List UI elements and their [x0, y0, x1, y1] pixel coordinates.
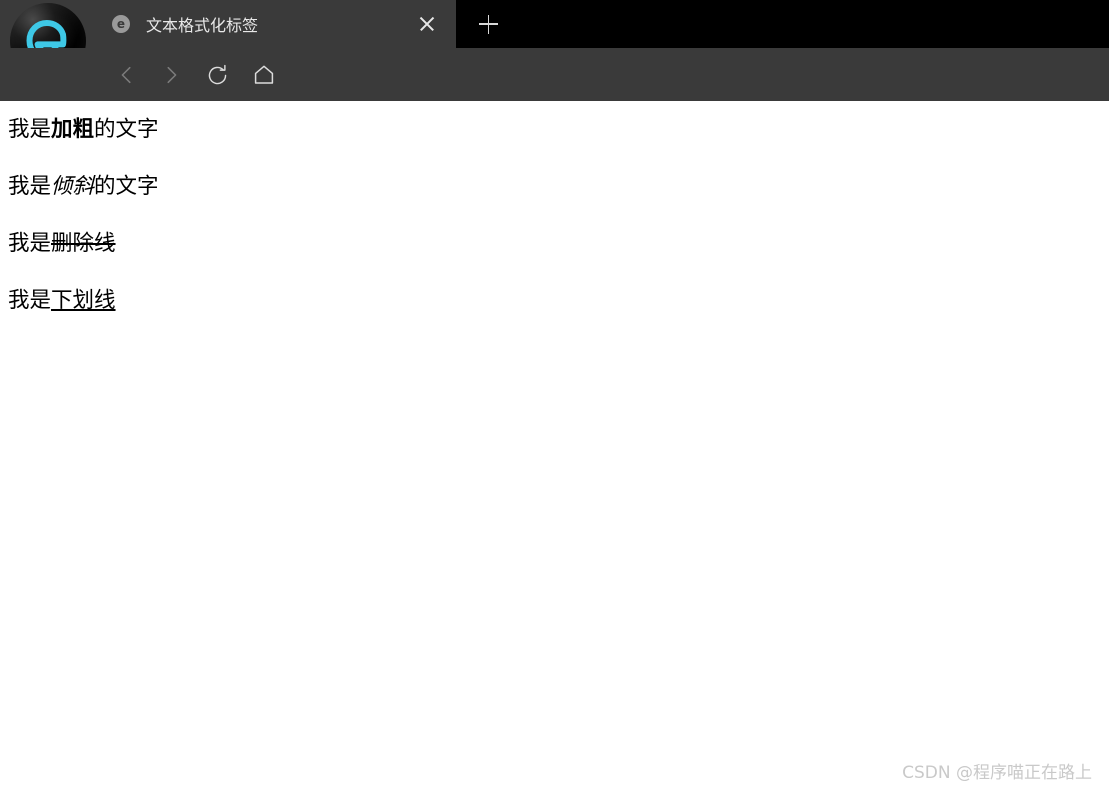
paragraph-bold-prefix: 我是: [8, 117, 52, 142]
paragraph-bold-suffix: 的文字: [94, 117, 159, 142]
paragraph-strikethrough: 我是删除线: [8, 232, 1101, 256]
forward-button[interactable]: [152, 56, 190, 94]
back-arrow-icon: [116, 64, 138, 86]
paragraph-italic-suffix: 的文字: [94, 174, 159, 200]
reload-button[interactable]: [198, 56, 236, 94]
paragraph-italic: 我是倾斜的文字: [8, 175, 1101, 199]
home-icon: [252, 63, 276, 87]
browser-chrome: e 文本格式化标签: [0, 0, 1109, 101]
italic-text: 倾斜: [51, 174, 95, 200]
csdn-watermark: CSDN @程序喵正在路上: [902, 763, 1092, 783]
browser-tab[interactable]: e 文本格式化标签: [96, 0, 456, 48]
forward-arrow-icon: [160, 64, 182, 86]
back-button[interactable]: [108, 56, 146, 94]
bold-text: 加粗: [51, 117, 95, 142]
reload-icon: [206, 64, 229, 87]
tab-strip-empty-area[interactable]: [456, 0, 1109, 48]
paragraph-bold: 我是加粗的文字: [8, 117, 1101, 142]
strikethrough-text: 删除线: [51, 231, 116, 257]
paragraph-underline: 我是下划线: [8, 289, 1101, 313]
browser-toolbar: 文件 D:/VSCode/文本格式化标签.html: [0, 48, 1109, 101]
paragraph-strikethrough-prefix: 我是: [8, 231, 52, 257]
underline-text: 下划线: [51, 288, 116, 314]
home-button[interactable]: [245, 56, 283, 94]
tab-title: 文本格式化标签: [146, 18, 259, 35]
close-icon[interactable]: [410, 7, 444, 41]
tab-strip: e 文本格式化标签: [0, 0, 1109, 79]
paragraph-italic-prefix: 我是: [8, 174, 52, 200]
page-viewport: 我是加粗的文字 我是倾斜的文字 我是删除线 我是下划线 CSDN @程序喵正在路…: [0, 101, 1109, 792]
edge-favicon-icon: e: [112, 15, 130, 33]
page-content: 我是加粗的文字 我是倾斜的文字 我是删除线 我是下划线: [0, 101, 1109, 321]
new-tab-button[interactable]: [468, 7, 508, 41]
paragraph-underline-prefix: 我是: [8, 288, 52, 314]
